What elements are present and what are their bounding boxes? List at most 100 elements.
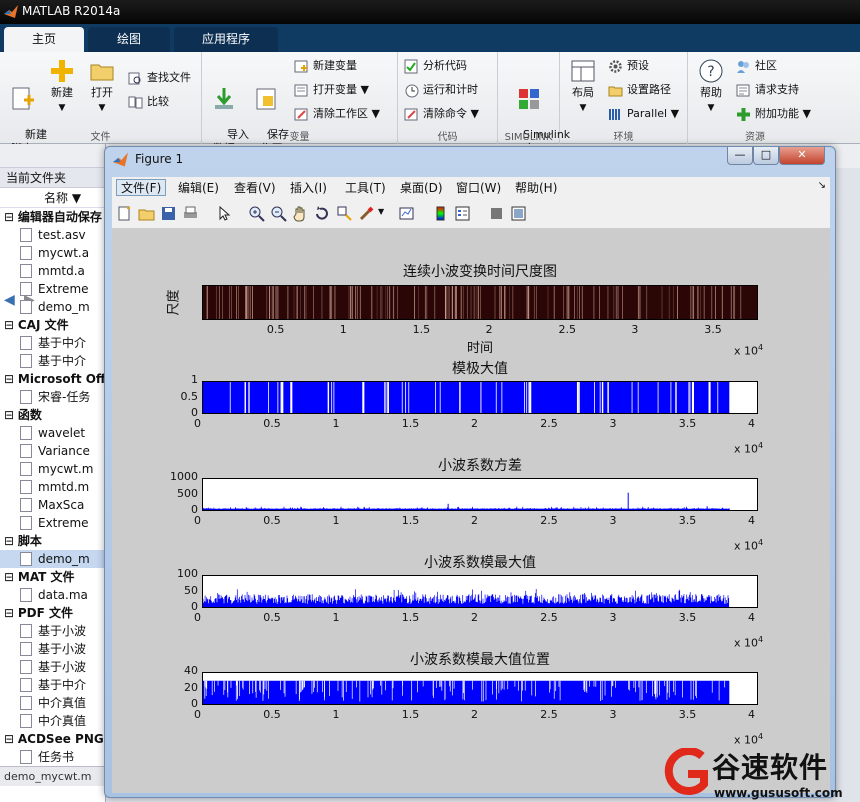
folder-group[interactable]: ⊟ CAJ 文件	[0, 316, 105, 334]
brush-icon[interactable]	[358, 205, 375, 222]
file-item[interactable]: 基于小波	[0, 640, 105, 658]
pan-hand-icon[interactable]	[292, 205, 309, 222]
figure-title: Figure 1	[135, 152, 184, 166]
file-item[interactable]: Variance	[0, 442, 105, 460]
find-files-button[interactable]: 查找文件	[128, 68, 191, 88]
zoom-in-icon[interactable]	[248, 205, 265, 222]
parallel-button[interactable]: Parallel ▼	[608, 104, 679, 124]
folder-group[interactable]: ⊟ 函数	[0, 406, 105, 424]
collapse-minus-icon[interactable]: ⊟	[4, 606, 18, 620]
folder-group[interactable]: ⊟ MAT 文件	[0, 568, 105, 586]
menu-file[interactable]: 文件(F)	[116, 179, 167, 196]
file-item[interactable]: 任务书	[0, 748, 105, 766]
subplot-4-axes[interactable]	[202, 575, 758, 608]
set-path-button[interactable]: 设置路径	[608, 80, 671, 100]
minimize-button[interactable]: —	[727, 147, 753, 165]
file-item[interactable]: demo_m	[0, 550, 105, 568]
legend-icon[interactable]	[454, 205, 471, 222]
add-ons-button[interactable]: 附加功能 ▼	[736, 104, 811, 124]
x-tick-label: 0.5	[263, 514, 281, 527]
new-variable-button[interactable]: 新建变量	[294, 56, 357, 76]
clear-commands-button[interactable]: 清除命令 ▼	[404, 104, 479, 124]
file-item[interactable]: 基于小波	[0, 622, 105, 640]
file-item[interactable]: mycwt.m	[0, 460, 105, 478]
file-item[interactable]: mmtd.m	[0, 478, 105, 496]
tab-plots[interactable]: 绘图	[88, 27, 170, 52]
collapse-minus-icon[interactable]: ⊟	[4, 732, 18, 746]
show-plot-tools-icon[interactable]	[510, 205, 527, 222]
collapse-minus-icon[interactable]: ⊟	[4, 408, 18, 422]
pointer-icon[interactable]	[216, 205, 233, 222]
menu-edit[interactable]: 编辑(E)	[174, 180, 223, 197]
file-item[interactable]: 基于小波	[0, 658, 105, 676]
file-icon	[20, 462, 32, 476]
file-item[interactable]: MaxSca	[0, 496, 105, 514]
file-item[interactable]: 基于中介	[0, 352, 105, 370]
collapse-minus-icon[interactable]: ⊟	[4, 318, 18, 332]
subplot-2-x-exponent: x 104	[734, 441, 764, 456]
subplot-1-axes[interactable]	[202, 285, 758, 320]
file-item[interactable]: 中介真值	[0, 694, 105, 712]
clear-workspace-button[interactable]: 清除工作区 ▼	[294, 104, 380, 124]
file-item[interactable]: 基于中介	[0, 334, 105, 352]
collapse-minus-icon[interactable]: ⊟	[4, 372, 18, 386]
analyze-code-button[interactable]: 分析代码	[404, 56, 467, 76]
name-column-header[interactable]: 名称 ▼	[0, 188, 105, 208]
rotate-3d-icon[interactable]	[314, 205, 331, 222]
file-item[interactable]: data.ma	[0, 586, 105, 604]
group-resources: ? 帮助 ▼ 社区 请求支持 附加功能 ▼ 资源	[688, 52, 822, 144]
tab-home[interactable]: 主页	[4, 27, 84, 52]
open-file-icon[interactable]	[138, 205, 155, 222]
run-and-time-button[interactable]: 运行和计时	[404, 80, 478, 100]
file-item[interactable]: test.asv	[0, 226, 105, 244]
layout-button[interactable]: 布局 ▼	[564, 58, 602, 115]
close-button[interactable]: ✕	[779, 147, 825, 165]
file-item[interactable]: demo_m	[0, 298, 105, 316]
help-button[interactable]: ? 帮助 ▼	[692, 58, 730, 115]
folder-group[interactable]: ⊟ 脚本	[0, 532, 105, 550]
file-item[interactable]: mycwt.a	[0, 244, 105, 262]
save-icon[interactable]	[160, 205, 177, 222]
menu-tools[interactable]: 工具(T)	[341, 180, 390, 197]
collapse-minus-icon[interactable]: ⊟	[4, 570, 18, 584]
request-support-button[interactable]: 请求支持	[736, 80, 799, 100]
preferences-button[interactable]: 预设	[608, 56, 649, 76]
community-button[interactable]: 社区	[736, 56, 777, 76]
folder-group[interactable]: ⊟ ACDSee PNG	[0, 730, 105, 748]
hide-plot-tools-icon[interactable]	[488, 205, 505, 222]
menu-view[interactable]: 查看(V)	[230, 180, 280, 197]
open-variable-button[interactable]: 打开变量 ▼	[294, 80, 369, 100]
zoom-out-icon[interactable]	[270, 205, 287, 222]
tab-apps[interactable]: 应用程序	[174, 27, 278, 52]
menu-insert[interactable]: 插入(I)	[286, 180, 331, 197]
open-button[interactable]: 打开 ▼	[84, 58, 120, 115]
menu-window[interactable]: 窗口(W)	[452, 180, 505, 197]
file-item[interactable]: mmtd.a	[0, 262, 105, 280]
link-plot-icon[interactable]	[398, 205, 415, 222]
subplot-5-axes[interactable]	[202, 672, 758, 705]
new-figure-icon[interactable]	[116, 205, 133, 222]
menu-desktop[interactable]: 桌面(D)	[396, 180, 447, 197]
file-item[interactable]: 基于中介	[0, 676, 105, 694]
collapse-minus-icon[interactable]: ⊟	[4, 534, 18, 548]
new-button[interactable]: 新建 ▼	[44, 58, 80, 115]
data-cursor-icon[interactable]	[336, 205, 353, 222]
folder-group[interactable]: ⊟ PDF 文件	[0, 604, 105, 622]
file-item[interactable]: 中介真值	[0, 712, 105, 730]
file-item[interactable]: Extreme	[0, 280, 105, 298]
file-item[interactable]: wavelet	[0, 424, 105, 442]
print-icon[interactable]	[182, 205, 199, 222]
folder-group[interactable]: ⊟ Microsoft Off	[0, 370, 105, 388]
compare-button[interactable]: 比较	[128, 92, 169, 112]
subplot-2-axes[interactable]	[202, 381, 758, 414]
file-item[interactable]: Extreme	[0, 514, 105, 532]
menu-help[interactable]: 帮助(H)	[511, 180, 561, 197]
collapse-minus-icon[interactable]: ⊟	[4, 210, 18, 224]
folder-group[interactable]: ⊟ 编辑器自动保存	[0, 208, 105, 226]
menubar-dock-arrow-icon[interactable]: ↘	[818, 180, 826, 191]
file-item[interactable]: 宋睿-任务	[0, 388, 105, 406]
subplot-3-axes[interactable]	[202, 478, 758, 511]
colorbar-icon[interactable]	[432, 205, 449, 222]
maximize-button[interactable]: □	[753, 147, 779, 165]
brush-dropdown-icon[interactable]: ▼	[378, 207, 384, 216]
